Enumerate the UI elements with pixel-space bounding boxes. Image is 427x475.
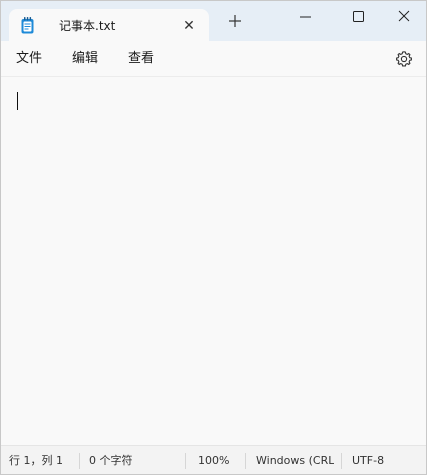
cursor-position: 行 1，列 1	[9, 454, 63, 467]
menu-bar: 文件 编辑 查看	[1, 41, 426, 77]
status-divider	[79, 453, 80, 469]
maximize-icon[interactable]	[335, 1, 381, 33]
status-bar: 行 1，列 1 0 个字符 100% Windows (CRLF) UTF-8	[1, 445, 426, 474]
line-ending[interactable]: Windows (CRLF)	[256, 454, 334, 468]
text-editor[interactable]	[1, 78, 426, 445]
document-tab[interactable]: 记事本.txt ✕	[9, 9, 209, 42]
menu-edit[interactable]: 编辑	[72, 51, 98, 67]
notepad-icon	[21, 17, 34, 34]
menu-file[interactable]: 文件	[16, 51, 42, 67]
tab-title: 记事本.txt	[59, 19, 116, 33]
plus-icon[interactable]	[226, 12, 244, 30]
minimize-icon[interactable]	[283, 1, 329, 33]
notepad-window: 记事本.txt ✕ 文件 编辑 查看 行 1，列 1 0 个字符 100% Wi…	[0, 0, 427, 475]
close-icon[interactable]	[381, 1, 427, 33]
title-bar[interactable]: 记事本.txt ✕	[1, 1, 427, 42]
gear-icon[interactable]	[395, 50, 413, 68]
status-divider	[245, 453, 246, 469]
text-caret	[17, 92, 18, 110]
character-count: 0 个字符	[89, 454, 133, 467]
tab-close-icon[interactable]: ✕	[181, 18, 197, 34]
zoom-level[interactable]: 100%	[198, 454, 238, 468]
status-divider	[185, 453, 186, 469]
status-divider	[341, 453, 342, 469]
menu-view[interactable]: 查看	[128, 51, 154, 67]
encoding[interactable]: UTF-8	[352, 454, 412, 468]
